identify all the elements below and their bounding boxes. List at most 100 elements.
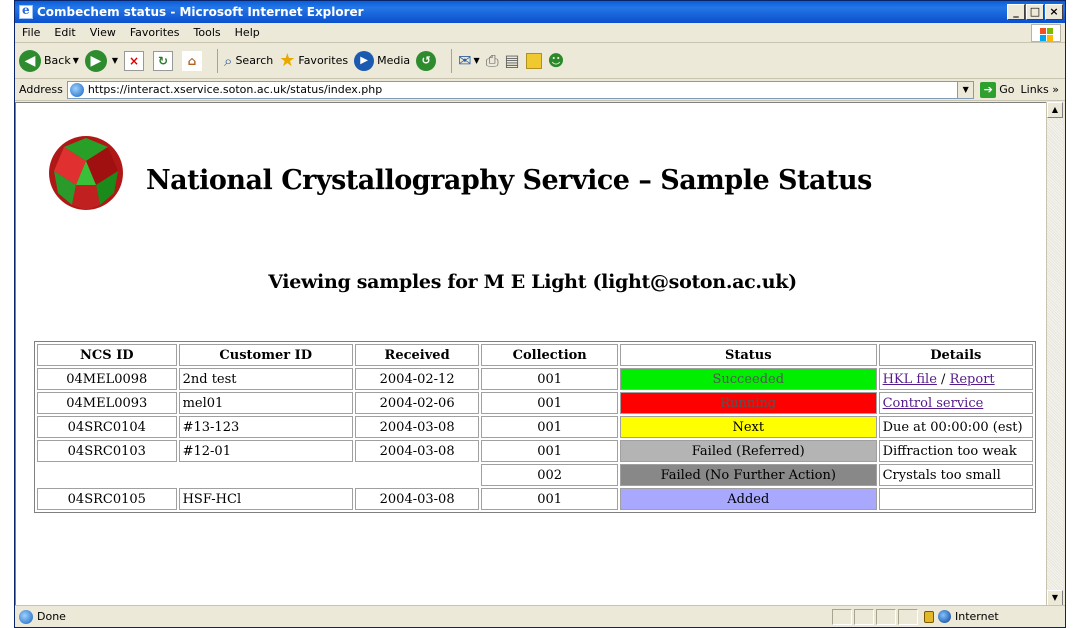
- address-input[interactable]: https://interact.xservice.soton.ac.uk/st…: [66, 80, 975, 99]
- status-cell: Next: [619, 416, 877, 438]
- details-cell: [878, 488, 1033, 510]
- internet-zone-icon: [938, 610, 951, 623]
- column-header: Details: [878, 344, 1033, 366]
- hkl-file-link[interactable]: HKL file: [883, 372, 937, 387]
- menu-favorites[interactable]: Favorites: [123, 26, 187, 39]
- received-cell: 2004-02-12: [354, 368, 480, 390]
- customer-id-cell: mel01: [178, 392, 353, 414]
- address-dropdown-icon[interactable]: ▼: [957, 81, 974, 98]
- received-cell: 2004-03-08: [354, 440, 480, 462]
- favorites-button[interactable]: ★ Favorites: [279, 50, 348, 71]
- page-subtitle: Viewing samples for M E Light (light@sot…: [268, 271, 797, 293]
- received-cell: 2004-03-08: [354, 416, 480, 438]
- forward-arrow-icon: ▶: [84, 49, 107, 72]
- received-cell: 2004-03-08: [354, 488, 480, 510]
- column-header: NCS ID: [37, 344, 177, 366]
- maximize-button[interactable]: □: [1026, 4, 1044, 20]
- refresh-button[interactable]: ↻: [153, 50, 176, 71]
- page-title: National Crystallography Service – Sampl…: [146, 165, 872, 196]
- received-cell: 2004-02-06: [354, 392, 480, 414]
- browser-window: Combechem status - Microsoft Internet Ex…: [14, 0, 1066, 628]
- edit-button[interactable]: ▤: [505, 51, 520, 70]
- table-row: 002 Failed (No Further Action) Crystals …: [37, 464, 1033, 486]
- ncs-id-cell: 04SRC0105: [37, 488, 177, 510]
- go-button[interactable]: ➔ Go: [980, 81, 1015, 98]
- details-cell: Diffraction too weak: [878, 440, 1033, 462]
- collection-cell: 001: [481, 368, 618, 390]
- toolbar: ◀ Back ▼ ▶ ▼ × ↻ ⌂ ⌕ Search ★ Favorites ▶ …: [15, 43, 1065, 79]
- mail-icon: ✉: [458, 51, 472, 70]
- address-label: Address: [19, 83, 63, 96]
- title-bar[interactable]: Combechem status - Microsoft Internet Ex…: [15, 1, 1065, 23]
- menu-file[interactable]: File: [15, 26, 47, 39]
- table-row: 04SRC0105 HSF-HCl 2004-03-08 001 Added: [37, 488, 1033, 510]
- report-link[interactable]: Report: [950, 372, 995, 387]
- back-button[interactable]: ◀ Back ▼: [19, 49, 79, 72]
- status-bar: Done Internet: [15, 605, 1065, 627]
- customer-id-cell: #13-123: [178, 416, 353, 438]
- ncs-id-cell: 04SRC0104: [37, 416, 177, 438]
- menu-view[interactable]: View: [83, 26, 123, 39]
- windows-logo-icon: [1031, 24, 1061, 42]
- scroll-up-icon[interactable]: ▲: [1047, 102, 1063, 118]
- menu-bar: File Edit View Favorites Tools Help: [15, 23, 1065, 43]
- column-header: Customer ID: [178, 344, 353, 366]
- history-button[interactable]: ↺: [416, 50, 439, 71]
- menu-tools[interactable]: Tools: [187, 26, 228, 39]
- table-row: 04SRC0104 #13-123 2004-03-08 001 Next Du…: [37, 416, 1033, 438]
- back-arrow-icon: ◀: [19, 49, 41, 72]
- home-button[interactable]: ⌂: [182, 50, 205, 71]
- history-icon: ↺: [416, 50, 437, 71]
- scroll-down-icon[interactable]: ▼: [1047, 590, 1063, 606]
- column-header: Received: [354, 344, 480, 366]
- forward-button[interactable]: ▶ ▼: [84, 49, 118, 72]
- column-header: Status: [619, 344, 877, 366]
- column-header: Collection: [481, 344, 618, 366]
- print-button[interactable]: ⎙: [486, 51, 499, 71]
- page-icon: [69, 82, 84, 97]
- menu-help[interactable]: Help: [228, 26, 267, 39]
- media-button[interactable]: ▶ Media: [354, 50, 410, 71]
- mail-button[interactable]: ✉ ▼: [458, 51, 480, 70]
- menu-edit[interactable]: Edit: [47, 26, 82, 39]
- window-title: Combechem status - Microsoft Internet Ex…: [37, 5, 364, 19]
- customer-id-cell: 2nd test: [178, 368, 353, 390]
- ncs-id-cell: 04MEL0093: [37, 392, 177, 414]
- page-content: National Crystallography Service – Sampl…: [15, 102, 1048, 606]
- zone-label: Internet: [955, 610, 999, 623]
- go-arrow-icon: ➔: [980, 81, 997, 98]
- vertical-scrollbar[interactable]: ▲ ▼: [1046, 102, 1063, 606]
- folder-icon: [525, 52, 542, 69]
- details-cell: Control service: [878, 392, 1033, 414]
- messenger-button[interactable]: ☻: [548, 51, 565, 70]
- table-row: 04MEL0098 2nd test 2004-02-12 001 Succee…: [37, 368, 1033, 390]
- stop-button[interactable]: ×: [124, 50, 147, 71]
- collection-cell: 001: [481, 488, 618, 510]
- address-bar: Address https://interact.xservice.soton.…: [15, 79, 1065, 101]
- refresh-icon: ↻: [153, 50, 174, 71]
- media-icon: ▶: [354, 50, 375, 71]
- star-icon: ★: [279, 50, 296, 71]
- links-button[interactable]: Links »: [1021, 83, 1059, 96]
- control-service-link[interactable]: Control service: [883, 396, 984, 411]
- page-done-icon: [19, 609, 33, 624]
- table-header-row: NCS ID Customer ID Received Collection S…: [37, 344, 1033, 366]
- minimize-button[interactable]: _: [1007, 4, 1025, 20]
- status-cell: Added: [619, 488, 877, 510]
- edit-icon: ▤: [504, 51, 520, 70]
- customer-id-cell: #12-01: [178, 440, 353, 462]
- status-cell: Succeeded: [619, 368, 877, 390]
- collection-cell: 001: [481, 416, 618, 438]
- details-cell: Crystals too small: [878, 464, 1033, 486]
- collection-cell: 002: [481, 464, 618, 486]
- search-button[interactable]: ⌕ Search: [224, 52, 273, 70]
- discuss-button[interactable]: [525, 52, 542, 69]
- table-row: 04SRC0103 #12-01 2004-03-08 001 Failed (…: [37, 440, 1033, 462]
- stop-icon: ×: [124, 50, 145, 71]
- collection-cell: 001: [481, 440, 618, 462]
- ncs-id-cell: 04SRC0103: [37, 440, 177, 462]
- close-button[interactable]: ×: [1045, 4, 1063, 20]
- table-row: 04MEL0093 mel01 2004-02-06 001 Running C…: [37, 392, 1033, 414]
- lock-icon: [924, 610, 934, 623]
- status-cell: Failed (Referred): [619, 440, 877, 462]
